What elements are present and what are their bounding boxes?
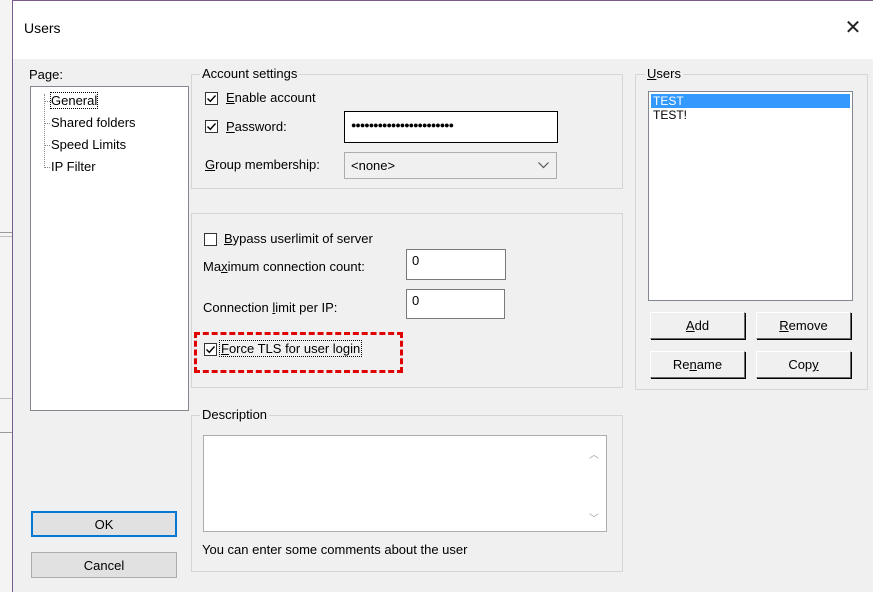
password-checkbox[interactable]: [205, 120, 218, 133]
add-user-button[interactable]: Add: [650, 312, 745, 339]
tree-connector-line: [44, 145, 50, 146]
remove-user-button-label: Remove: [779, 318, 828, 333]
description-title: Description: [200, 407, 270, 422]
highlight-annotation-box: [194, 332, 403, 373]
ok-button-label: OK: [94, 516, 114, 532]
connection-limit-per-ip-input[interactable]: 0: [406, 289, 505, 319]
enable-account-checkbox[interactable]: [205, 92, 218, 105]
list-item[interactable]: TEST!: [651, 108, 850, 122]
cancel-button[interactable]: Cancel: [31, 552, 177, 578]
users-dialog: Users ✕ Page: General Shared folders Spe…: [12, 0, 873, 592]
checkmark-icon: [207, 95, 217, 103]
enable-account-label[interactable]: Enable account: [226, 90, 316, 105]
max-connection-input[interactable]: 0: [406, 249, 506, 280]
rename-user-button-label: Rename: [672, 357, 723, 372]
tree-item-shared-folders[interactable]: Shared folders: [51, 115, 136, 130]
background-divider: [0, 236, 12, 237]
account-settings-title: Account settings: [200, 66, 300, 81]
tree-item-speed-limits[interactable]: Speed Limits: [51, 137, 126, 152]
title-bar[interactable]: Users ✕: [13, 1, 873, 59]
remove-user-button[interactable]: Remove: [756, 312, 851, 339]
scroll-down-icon[interactable]: ﹀: [589, 510, 599, 525]
users-list[interactable]: TEST TEST!: [648, 91, 853, 301]
window-title: Users: [24, 20, 61, 36]
background-divider: [0, 398, 12, 399]
background-divider: [0, 432, 12, 433]
ok-button[interactable]: OK: [31, 511, 177, 537]
users-group-title: Users: [645, 66, 683, 81]
background-window: [0, 0, 12, 592]
copy-user-button[interactable]: Copy: [756, 351, 851, 378]
group-membership-value: <none>: [351, 158, 396, 173]
description-hint: You can enter some comments about the us…: [202, 542, 468, 557]
max-connection-label: Maximum connection count:: [203, 259, 365, 274]
tree-connector-line: [44, 123, 50, 124]
tree-connector-line: [44, 167, 50, 168]
scroll-up-icon[interactable]: ︿: [589, 446, 599, 461]
tree-item-general[interactable]: General: [49, 92, 99, 109]
list-item[interactable]: TEST: [651, 94, 850, 108]
page-label: Page:: [29, 67, 63, 82]
page-tree[interactable]: General Shared folders Speed Limits IP F…: [30, 86, 189, 411]
group-membership-label: Group membership:: [205, 157, 320, 172]
copy-user-button-label: Copy: [788, 357, 819, 372]
tree-connector-line: [44, 101, 50, 102]
group-membership-select[interactable]: <none>: [344, 152, 557, 179]
description-textarea[interactable]: ︿ ﹀: [203, 435, 607, 532]
bypass-userlimit-label[interactable]: Bypass userlimit of server: [224, 231, 373, 246]
bypass-userlimit-checkbox[interactable]: [204, 233, 217, 246]
cancel-button-label: Cancel: [83, 557, 125, 573]
password-label[interactable]: Password:: [226, 119, 287, 134]
background-divider: [0, 232, 12, 233]
add-user-button-label: Add: [685, 318, 710, 333]
password-field[interactable]: ●●●●●●●●●●●●●●●●●●●●●●●: [344, 111, 558, 143]
checkmark-icon: [207, 123, 217, 131]
tree-connector-line: [44, 94, 45, 168]
connection-limit-per-ip-label: Connection limit per IP:: [203, 300, 338, 315]
rename-user-button[interactable]: Rename: [650, 351, 745, 378]
tree-item-ip-filter[interactable]: IP Filter: [51, 159, 96, 174]
chevron-down-icon: [538, 162, 549, 169]
close-icon[interactable]: ✕: [843, 15, 863, 40]
